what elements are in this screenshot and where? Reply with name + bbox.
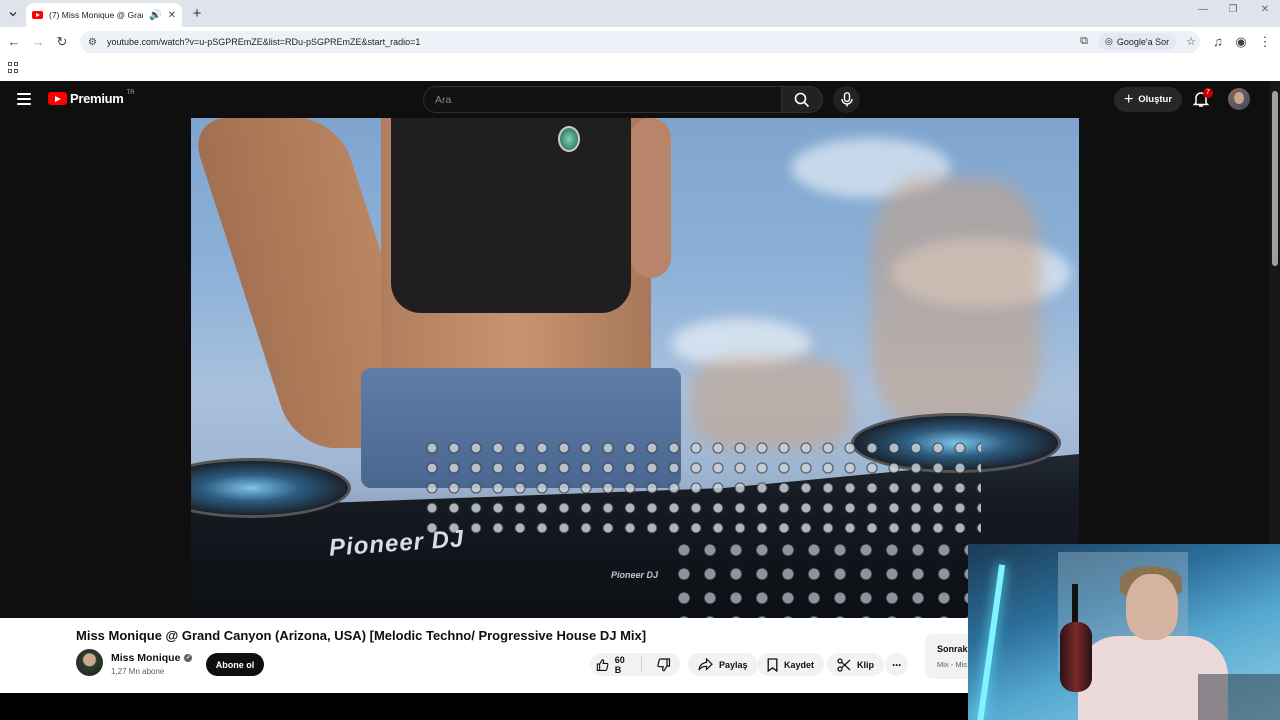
menu-dots-icon[interactable]: ⋮: [1257, 34, 1273, 50]
desk-area: [1198, 674, 1280, 720]
lens-icon: ◎: [1105, 36, 1113, 46]
thumbs-up-icon: [596, 658, 609, 671]
browser-chrome: (7) Miss Monique @ Grand 🔊 ✕ + — ❐ ✕ ← →…: [0, 0, 1280, 81]
scrollbar-thumb[interactable]: [1272, 91, 1278, 266]
restore-button[interactable]: ❐: [1218, 4, 1248, 15]
neon-light: [976, 564, 1006, 720]
logo-text: Premium: [70, 91, 124, 106]
tab-search-button[interactable]: [4, 5, 22, 23]
url-text: youtube.com/watch?v=u-pSGPREmZE&list=RDu…: [106, 37, 421, 47]
clip-button[interactable]: Klip: [827, 653, 884, 676]
account-avatar[interactable]: [1228, 88, 1250, 110]
close-tab-icon[interactable]: ✕: [168, 10, 176, 21]
notifications-button[interactable]: 7: [1192, 88, 1213, 110]
canyon-rock: [691, 358, 851, 448]
youtube-premium-logo[interactable]: Premium TR: [48, 89, 135, 106]
youtube-favicon-icon: [32, 11, 43, 19]
media-control-icon[interactable]: ♫: [1210, 34, 1226, 50]
thumbs-down-icon: [657, 657, 671, 671]
youtube-header: Premium TR + Oluştur 7: [0, 81, 1270, 118]
channel-avatar[interactable]: [76, 649, 103, 676]
bookmark-star-icon[interactable]: ☆: [1186, 35, 1196, 48]
scissors-icon: [837, 657, 851, 672]
apps-grid-icon[interactable]: [8, 62, 19, 73]
youtube-play-icon: [48, 92, 67, 105]
mixer-knobs: [421, 438, 981, 538]
google-ask-label: Google'a Sor: [1116, 36, 1170, 47]
voice-search-button[interactable]: [833, 86, 860, 113]
browser-tab[interactable]: (7) Miss Monique @ Grand 🔊 ✕: [26, 3, 182, 27]
pioneer-brand-small: Pioneer DJ: [611, 570, 659, 580]
tab-title: (7) Miss Monique @ Grand: [49, 10, 144, 20]
install-app-icon[interactable]: ⧉: [1080, 35, 1088, 48]
streamer-head: [1126, 574, 1178, 640]
dislike-button[interactable]: [648, 657, 680, 672]
search-input[interactable]: [435, 93, 781, 106]
page-bottom: [0, 693, 968, 720]
bookmarks-bar: [0, 57, 1280, 81]
more-actions-button[interactable]: ···: [885, 653, 908, 676]
audio-playing-icon[interactable]: 🔊: [149, 10, 161, 21]
menu-icon[interactable]: [17, 93, 31, 105]
create-label: Oluştur: [1138, 94, 1173, 105]
browser-toolbar: ← → ↻ ⚙ youtube.com/watch?v=u-pSGPREmZE&…: [0, 27, 1280, 57]
back-button[interactable]: ←: [6, 34, 22, 50]
mixer-knobs: [671, 538, 971, 618]
clip-label: Klip: [857, 659, 874, 670]
create-button[interactable]: + Oluştur: [1114, 87, 1182, 112]
channel-name[interactable]: Miss Monique: [111, 652, 180, 664]
bookmark-icon: [767, 657, 778, 672]
chevron-down-icon: [9, 12, 17, 17]
microphone: [1060, 622, 1092, 692]
profile-icon[interactable]: ◉: [1233, 34, 1249, 50]
subscribe-button[interactable]: Abone ol: [206, 653, 264, 676]
site-info-icon[interactable]: ⚙: [88, 37, 97, 48]
video-title: Miss Monique @ Grand Canyon (Arizona, US…: [76, 628, 647, 643]
microphone-icon: [840, 92, 853, 107]
performer-arm: [631, 118, 671, 278]
forward-button[interactable]: →: [30, 34, 46, 50]
canyon-rock: [871, 178, 1041, 428]
search-button[interactable]: [781, 86, 823, 113]
close-window-button[interactable]: ✕: [1250, 4, 1280, 15]
webcam-overlay: [968, 544, 1280, 720]
notification-badge: 7: [1203, 88, 1213, 98]
like-button[interactable]: 60 B: [590, 654, 642, 675]
tab-strip: (7) Miss Monique @ Grand 🔊 ✕ + — ❐ ✕: [0, 0, 1280, 27]
share-label: Paylaş: [719, 659, 748, 670]
new-tab-button[interactable]: +: [188, 5, 206, 23]
google-ask-button[interactable]: ◎ Google'a Sor: [1098, 33, 1177, 50]
share-button[interactable]: Paylaş: [688, 653, 758, 676]
share-icon: [698, 658, 713, 671]
minimize-button[interactable]: —: [1188, 4, 1218, 15]
save-label: Kaydet: [784, 659, 815, 670]
address-bar[interactable]: ⚙ youtube.com/watch?v=u-pSGPREmZE&list=R…: [80, 31, 1200, 53]
like-count: 60 B: [614, 654, 625, 675]
search-box: [423, 86, 782, 113]
pendant: [558, 126, 580, 152]
verified-icon: ✓: [184, 654, 193, 662]
performer-top: [391, 118, 631, 313]
channel-name-row[interactable]: Miss Monique ✓: [111, 652, 193, 664]
save-button[interactable]: Kaydet: [757, 653, 825, 676]
video-player[interactable]: Pioneer DJ Pioneer DJ: [191, 118, 1079, 618]
country-code: TR: [126, 89, 135, 96]
subscriber-count: 1,27 Mn abone: [111, 667, 165, 676]
search-icon: [794, 92, 810, 107]
like-dislike-group: 60 B: [590, 653, 680, 676]
plus-icon: +: [1123, 90, 1134, 108]
reload-button[interactable]: ↻: [54, 34, 70, 50]
